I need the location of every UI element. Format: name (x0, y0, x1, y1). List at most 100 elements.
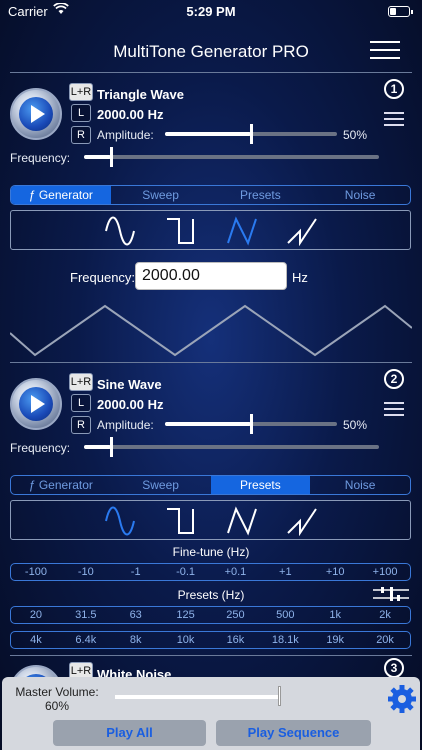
preset-button[interactable]: 1k (310, 607, 360, 623)
presets-label: Presets (Hz) (177, 588, 245, 602)
channel-right-button-1[interactable]: R (71, 126, 91, 144)
mode-tabs-2: ƒ Generator Sweep Presets Noise (10, 475, 411, 495)
play-all-button[interactable]: Play All (53, 720, 206, 746)
triangle-wave-icon[interactable] (226, 506, 258, 536)
frequency-input-1[interactable]: 2000.00 (135, 262, 287, 290)
generator-divider-1 (10, 362, 412, 363)
master-volume-label: Master Volume: (15, 685, 99, 699)
preset-button[interactable]: 19k (310, 632, 360, 648)
square-wave-icon[interactable] (165, 216, 197, 246)
tab-sweep-2[interactable]: Sweep (111, 476, 211, 494)
triangle-wave-icon[interactable] (226, 216, 258, 246)
preset-button[interactable]: 63 (111, 607, 161, 623)
preset-button[interactable]: 31.5 (61, 607, 111, 623)
channel-lr-button-2[interactable]: L+R (69, 373, 93, 391)
status-bar: Carrier 5:29 PM (0, 0, 422, 24)
preset-button[interactable]: 20k (360, 632, 410, 648)
finetune-button[interactable]: -100 (11, 564, 61, 580)
frequency-display-2: 2000.00 Hz (97, 397, 164, 412)
finetune-button[interactable]: +100 (360, 564, 410, 580)
play-button-1[interactable] (10, 88, 62, 140)
sine-wave-icon[interactable] (104, 216, 136, 246)
finetune-buttons: -100 -10 -1 -0.1 +0.1 +1 +10 +100 (10, 563, 411, 581)
sine-wave-icon[interactable] (104, 506, 136, 536)
gear-icon[interactable] (387, 684, 417, 714)
play-sequence-button[interactable]: Play Sequence (216, 720, 371, 746)
app-title: MultiTone Generator PRO (113, 42, 309, 61)
play-icon (19, 97, 53, 131)
play-icon (19, 387, 53, 421)
frequency-slider-2[interactable] (84, 437, 379, 457)
preset-button[interactable]: 125 (161, 607, 211, 623)
tab-presets-1[interactable]: Presets (211, 186, 311, 204)
amplitude-thumb-2[interactable] (250, 414, 253, 434)
amplitude-thumb-1[interactable] (250, 124, 253, 144)
amplitude-value-1: 50% (343, 128, 368, 142)
master-volume-value: 60% (44, 699, 70, 713)
sawtooth-wave-icon[interactable] (286, 216, 318, 246)
amplitude-value-2: 50% (343, 418, 368, 432)
battery-icon (388, 6, 413, 17)
channel-left-button-2[interactable]: L (71, 394, 91, 412)
presets-row-1: 20 31.5 63 125 250 500 1k 2k (10, 606, 411, 624)
preset-button[interactable]: 8k (111, 632, 161, 648)
tab-presets-2[interactable]: Presets (210, 476, 311, 494)
frequency-label-2: Frequency: (10, 441, 71, 455)
generator-badge-3: 3 (384, 658, 404, 678)
channel-right-button-2[interactable]: R (71, 416, 91, 434)
amplitude-slider-1[interactable] (165, 124, 337, 144)
nav-bar: MultiTone Generator PRO (0, 38, 422, 66)
wave-name-2: Sine Wave (97, 377, 162, 392)
preset-button[interactable]: 10k (161, 632, 211, 648)
preset-button[interactable]: 250 (211, 607, 261, 623)
finetune-button[interactable]: +0.1 (211, 564, 261, 580)
square-wave-icon[interactable] (165, 506, 197, 536)
preset-button[interactable]: 4k (11, 632, 61, 648)
preset-button[interactable]: 20 (11, 607, 61, 623)
finetune-button[interactable]: -10 (61, 564, 111, 580)
frequency-thumb-1[interactable] (110, 147, 113, 167)
finetune-button[interactable]: +1 (260, 564, 310, 580)
finetune-button[interactable]: -1 (111, 564, 161, 580)
channel-lr-button-1[interactable]: L+R (69, 83, 93, 101)
wave-name-1: Triangle Wave (97, 87, 184, 102)
header-divider (10, 72, 412, 73)
preset-button[interactable]: 6.4k (61, 632, 111, 648)
master-volume-slider[interactable] (115, 695, 281, 699)
master-panel: Master Volume: 60% Play All Play Sequenc… (2, 677, 420, 750)
tab-noise-2[interactable]: Noise (310, 476, 410, 494)
amplitude-slider-2[interactable] (165, 414, 337, 434)
hz-unit-1: Hz (292, 270, 308, 285)
generator-menu-icon-1[interactable] (384, 112, 404, 126)
preset-button[interactable]: 2k (360, 607, 410, 623)
generator-divider-2 (10, 655, 412, 656)
clock: 5:29 PM (186, 4, 236, 19)
presets-row-2: 4k 6.4k 8k 10k 16k 18.1k 19k 20k (10, 631, 411, 649)
tab-noise-1[interactable]: Noise (310, 186, 410, 204)
channel-left-button-1[interactable]: L (71, 104, 91, 122)
amplitude-label-2: Amplitude: (97, 418, 154, 432)
preset-button[interactable]: 500 (260, 607, 310, 623)
preset-button[interactable]: 18.1k (260, 632, 310, 648)
preset-button[interactable]: 16k (211, 632, 261, 648)
generator-menu-icon-2[interactable] (384, 402, 404, 416)
equalizer-icon[interactable] (373, 587, 409, 601)
play-button-2[interactable] (10, 378, 62, 430)
finetune-button[interactable]: +10 (310, 564, 360, 580)
frequency-input-label-1: Frequency: (70, 270, 136, 285)
main-menu-icon[interactable] (370, 41, 400, 59)
generator-badge-2: 2 (384, 369, 404, 389)
frequency-thumb-2[interactable] (110, 437, 113, 457)
master-volume-thumb[interactable] (278, 686, 281, 706)
frequency-label-1: Frequency: (10, 151, 71, 165)
frequency-display-1: 2000.00 Hz (97, 107, 164, 122)
finetune-label: Fine-tune (Hz) (172, 545, 250, 559)
finetune-button[interactable]: -0.1 (161, 564, 211, 580)
tab-generator-2[interactable]: ƒ Generator (11, 476, 111, 494)
waveform-preview-1 (10, 304, 412, 357)
tab-sweep-1[interactable]: Sweep (111, 186, 211, 204)
sawtooth-wave-icon[interactable] (286, 506, 318, 536)
waveform-selector-2 (10, 500, 411, 540)
frequency-slider-1[interactable] (84, 147, 379, 167)
tab-generator-1[interactable]: ƒ Generator (11, 186, 111, 204)
